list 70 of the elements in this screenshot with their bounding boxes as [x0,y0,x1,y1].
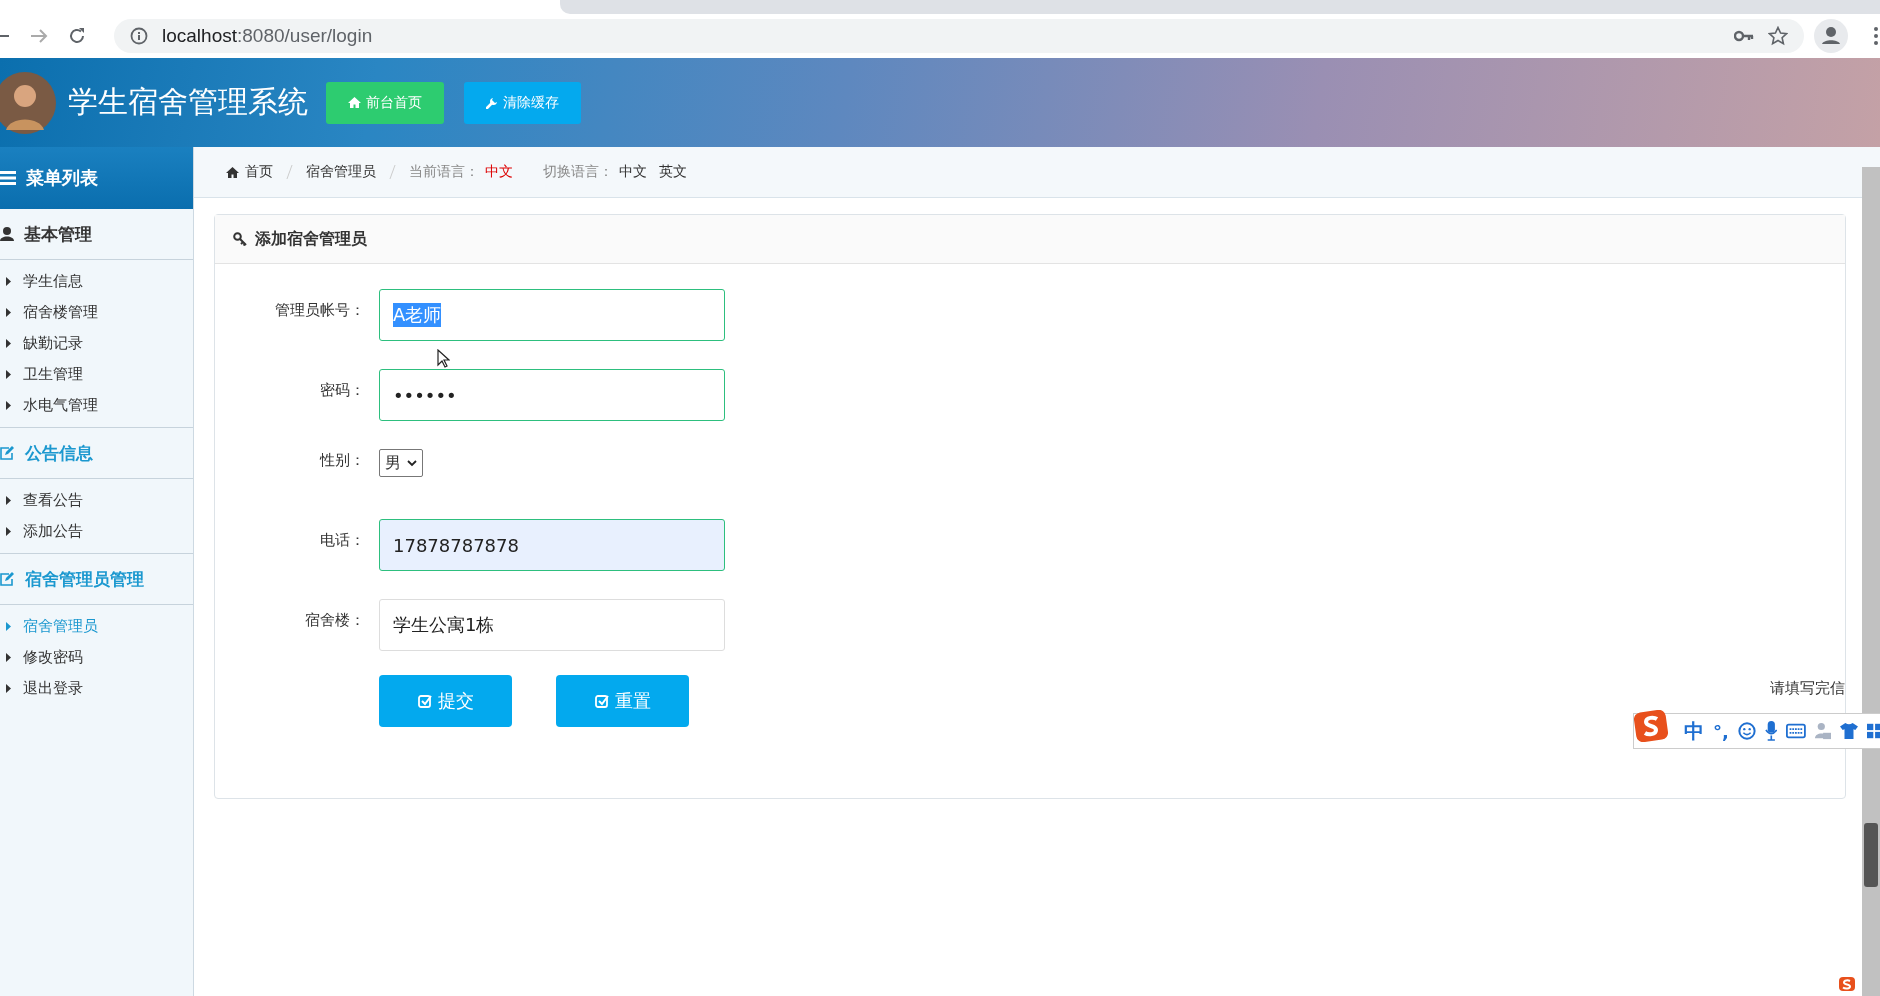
input-field[interactable]: 学生公寓1栋 [379,599,725,651]
current-language: 中文 [485,163,513,181]
caret-icon [6,684,11,693]
url-text: localhost:8080/user/login [162,25,373,47]
profile-icon[interactable] [1814,19,1848,53]
caret-icon [6,339,11,348]
wrench-icon [486,96,498,109]
gender-select[interactable]: 男 [379,449,423,477]
menu-icon[interactable] [1874,27,1878,45]
menu-item[interactable]: 查看公告 [0,485,193,516]
grid-icon[interactable] [1867,722,1880,740]
edit-icon [0,572,15,586]
app-title: 学生宿舍管理系统 [68,83,308,121]
star-icon[interactable] [1768,26,1788,46]
caret-icon [6,527,11,536]
breadcrumb-link[interactable]: 宿舍管理员 [306,163,376,181]
field-label: 电话： [319,530,366,550]
caret-icon [6,277,11,286]
avatar-icon [0,71,56,134]
key-icon[interactable] [1734,30,1754,42]
menu-item[interactable]: 学生信息 [0,266,193,297]
ime-mode[interactable]: 中 [1684,717,1704,745]
caret-icon [6,496,11,505]
ime-punctuation[interactable]: °, [1713,720,1729,742]
field-label: 管理员帐号： [274,300,366,320]
menu-title-text: 菜单列表 [26,166,98,190]
checkbox-icon [417,694,432,708]
chevron-icon [407,459,417,467]
menu-item[interactable]: 卫生管理 [0,359,193,390]
caret-icon [6,622,11,631]
breadcrumb-link[interactable]: 首页 [245,163,273,181]
menu-group-title[interactable]: 基本管理 [24,222,92,246]
emoji-icon[interactable] [1737,721,1756,741]
checkbox-icon [594,694,609,708]
reload-icon[interactable] [68,27,86,45]
home-icon [348,97,361,108]
menu-item[interactable]: 缺勤记录 [0,328,193,359]
menu-item[interactable]: 宿舍楼管理 [0,297,193,328]
key-icon [233,232,247,246]
home-icon [226,166,239,178]
user-icon [0,227,14,241]
caret-icon [6,653,11,662]
keyboard-icon[interactable] [1786,723,1807,739]
field-label: 性别： [318,450,366,470]
list-icon [0,171,16,185]
menu-item[interactable]: 退出登录 [0,673,193,704]
info-icon[interactable] [130,27,148,45]
panel-title: 添加宿舍管理员 [255,228,367,250]
caret-icon [6,401,11,410]
address-bar[interactable]: localhost:8080/user/login [114,19,1804,53]
current-language-label: 当前语言： [409,163,479,181]
microphone-icon[interactable] [1764,720,1778,742]
ime-tray-icon[interactable] [1838,976,1856,992]
menu-item[interactable]: 修改密码 [0,642,193,673]
language-link[interactable]: 中文 [619,163,647,181]
input-field[interactable]: 17878787878 [379,519,725,571]
caret-icon [6,370,11,379]
menu-item[interactable]: 水电气管理 [0,390,193,421]
shirt-icon[interactable] [1840,722,1859,740]
switch-language-label: 切换语言： [543,163,613,181]
field-label: 密码： [319,380,366,400]
field-label: 宿舍楼： [304,610,366,630]
scrollbar[interactable] [1862,167,1880,996]
hint-text: 请填写完信 [1770,679,1845,698]
edit-icon [0,446,15,460]
menu-item[interactable]: 添加公告 [0,516,193,547]
language-link[interactable]: 英文 [659,163,687,181]
caret-icon [6,308,11,317]
input-field[interactable]: •••••• [379,369,725,421]
cursor-icon [437,349,450,368]
